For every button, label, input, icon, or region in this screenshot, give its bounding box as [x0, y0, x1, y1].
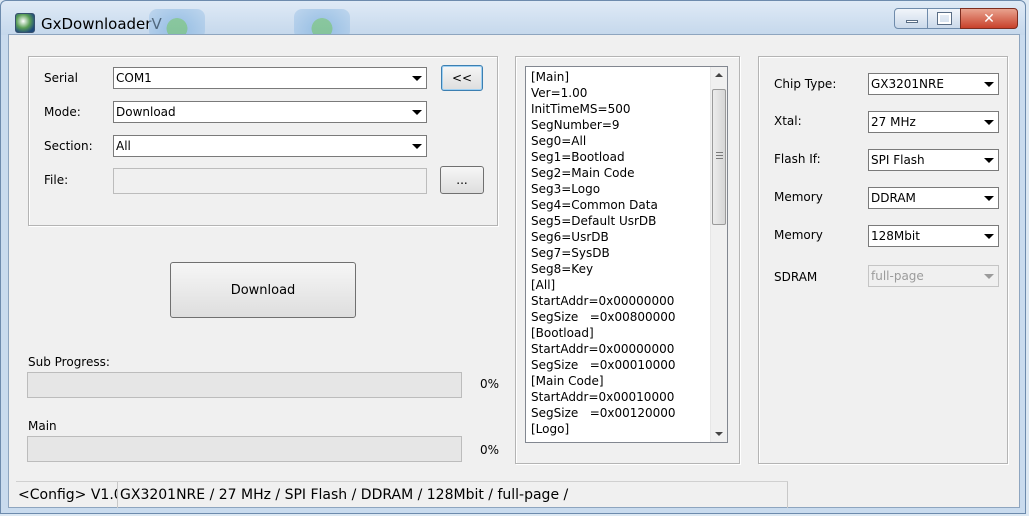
scroll-thumb[interactable] [712, 89, 726, 225]
flash-if-select[interactable]: SPI Flash [868, 149, 999, 171]
sdram-label: SDRAM [774, 270, 818, 284]
main-progress-percent: 0% [480, 443, 500, 457]
window-title: GxDownloaderV [41, 15, 162, 33]
memory-size-select[interactable]: 128Mbit [868, 225, 999, 247]
xtal-label: Xtal: [774, 114, 802, 128]
chevron-down-icon [980, 267, 997, 285]
config-line[interactable]: [Main Code] [531, 373, 604, 389]
chevron-down-icon[interactable] [408, 137, 425, 155]
status-chip-summary: GX3201NRE / 27 MHz / SPI Flash / DDRAM /… [118, 482, 788, 508]
config-line[interactable]: StartAddr=0x00010000 [531, 389, 674, 405]
status-config-version: <Config> V1.0 [16, 482, 118, 508]
config-line[interactable]: [Main] [531, 69, 569, 85]
status-bar: <Config> V1.0 GX3201NRE / 27 MHz / SPI F… [16, 481, 788, 508]
sdram-value: full-page [871, 269, 924, 283]
sub-progress-percent: 0% [480, 377, 500, 391]
config-line[interactable]: Seg1=Bootload [531, 149, 625, 165]
browse-button[interactable]: ... [440, 166, 484, 194]
sub-progress-bar [27, 372, 462, 398]
config-line[interactable]: SegSize =0x00120000 [531, 405, 676, 421]
config-line[interactable]: InitTimeMS=500 [531, 101, 630, 117]
grip-line [716, 152, 723, 153]
chip-type-value: GX3201NRE [871, 77, 944, 91]
config-line[interactable]: Seg0=All [531, 133, 586, 149]
chip-type-label: Chip Type: [774, 77, 837, 91]
scroll-down-arrow-icon[interactable] [715, 432, 723, 436]
xtal-value: 27 MHz [871, 115, 916, 129]
section-value: All [116, 139, 131, 153]
memory-type-label: Memory [774, 190, 823, 204]
chevron-down-icon[interactable] [408, 69, 425, 87]
memory-type-select[interactable]: DDRAM [868, 187, 999, 209]
memory-type-value: DDRAM [871, 191, 916, 205]
memory-size-label: Memory [774, 228, 823, 242]
config-line[interactable]: Seg4=Common Data [531, 197, 658, 213]
config-line[interactable]: Seg2=Main Code [531, 165, 635, 181]
download-button[interactable]: Download [170, 262, 356, 318]
close-icon: ✕ [983, 10, 995, 27]
serial-select[interactable]: COM1 [113, 67, 427, 89]
main-progress-label: Main [28, 419, 57, 433]
chevron-down-icon[interactable] [980, 75, 997, 93]
config-listbox[interactable]: [Main] Ver=1.00 InitTimeMS=500 SegNumber=9 S… [525, 66, 728, 443]
app-globe-icon[interactable] [15, 13, 35, 33]
minimize-button[interactable] [894, 8, 928, 29]
collapse-button[interactable]: << [441, 65, 483, 91]
file-label: File: [44, 173, 69, 187]
download-button-label: Download [230, 282, 296, 298]
file-path-field[interactable] [113, 168, 427, 194]
memory-size-value: 128Mbit [871, 229, 920, 243]
grip-line [716, 158, 723, 159]
config-line[interactable]: [Bootload] [531, 325, 594, 341]
maximize-icon [937, 12, 952, 25]
chevron-down-icon[interactable] [980, 227, 997, 245]
sub-progress-label: Sub Progress: [28, 355, 110, 369]
scroll-up-arrow-icon[interactable] [715, 73, 723, 77]
chevron-down-icon[interactable] [980, 113, 997, 131]
flash-if-label: Flash If: [774, 152, 821, 166]
config-line[interactable]: Ver=1.00 [531, 85, 587, 101]
serial-value: COM1 [116, 71, 152, 85]
config-line[interactable]: [All] [531, 277, 555, 293]
config-line[interactable]: StartAddr=0x00000000 [531, 341, 674, 357]
grip-line [716, 155, 723, 156]
config-line[interactable]: [Logo] [531, 421, 569, 437]
maximize-button[interactable] [927, 8, 961, 29]
config-line[interactable]: Seg6=UsrDB [531, 229, 609, 245]
section-select[interactable]: All [113, 135, 427, 157]
xtal-select[interactable]: 27 MHz [868, 111, 999, 133]
config-line[interactable]: Seg5=Default UsrDB [531, 213, 656, 229]
chevron-down-icon[interactable] [980, 189, 997, 207]
mode-label: Mode: [44, 105, 81, 119]
config-line[interactable]: SegSize =0x00800000 [531, 309, 676, 325]
section-label: Section: [44, 139, 93, 153]
config-line[interactable]: SegNumber=9 [531, 117, 620, 133]
mode-select[interactable]: Download [113, 101, 427, 123]
config-scrollbar[interactable] [710, 67, 727, 442]
title-bar[interactable]: GxDownloaderV ✕ [1, 1, 1025, 39]
chevron-down-icon[interactable] [408, 103, 425, 121]
chip-type-select[interactable]: GX3201NRE [868, 73, 999, 95]
mode-value: Download [116, 105, 176, 119]
close-button[interactable]: ✕ [960, 8, 1018, 29]
config-line[interactable]: Seg8=Key [531, 261, 593, 277]
config-line[interactable]: SegSize =0x00010000 [531, 357, 676, 373]
serial-label: Serial [44, 71, 78, 85]
config-line[interactable]: Seg3=Logo [531, 181, 600, 197]
flash-if-value: SPI Flash [871, 153, 925, 167]
sdram-select[interactable]: full-page [868, 265, 999, 287]
minimize-icon [906, 20, 918, 23]
config-line[interactable]: Seg7=SysDB [531, 245, 610, 261]
chevron-down-icon[interactable] [980, 151, 997, 169]
config-line[interactable]: StartAddr=0x00000000 [531, 293, 674, 309]
main-progress-bar [27, 436, 462, 462]
